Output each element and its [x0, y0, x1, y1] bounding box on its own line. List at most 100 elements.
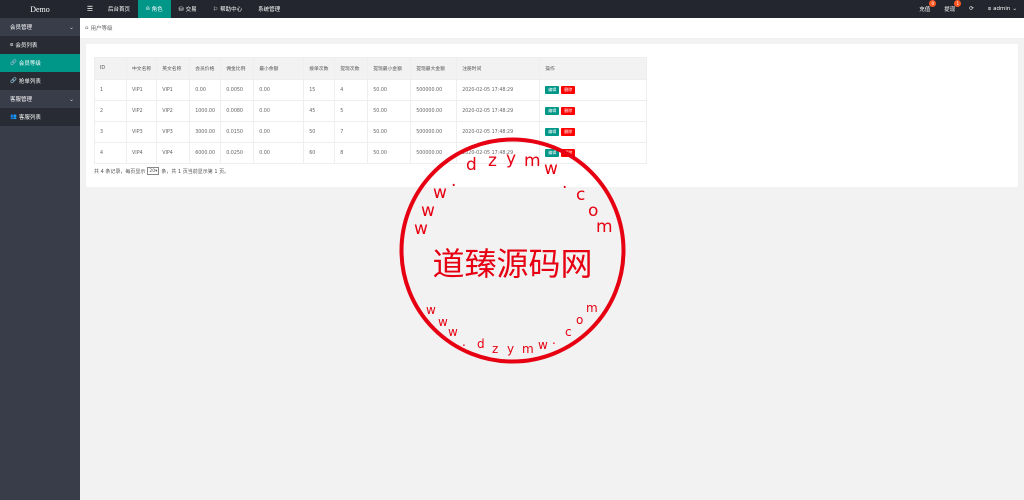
- cell-id: 4: [94, 142, 127, 164]
- cell-withdraw-count: 7: [334, 121, 369, 143]
- sidebar-item-service-list[interactable]: 👥 客服列表: [0, 108, 80, 126]
- recharge-badge: 0: [929, 0, 937, 7]
- column-header: 提现最大金额: [410, 57, 458, 80]
- cell-min-balance: 0.00: [253, 100, 305, 122]
- nav-item-help[interactable]: ⚐ 帮助中心: [205, 0, 250, 18]
- pager-prefix: 共 4 条记录，每页显示: [94, 168, 146, 175]
- svg-text:c: c: [565, 325, 572, 339]
- cell-order-count: 15: [303, 79, 336, 101]
- pager-suffix: 条，共 1 页当前显示第 1 页。: [161, 168, 230, 175]
- chevron-down-icon: ⌄: [68, 23, 74, 31]
- cell-price: 3000.00: [189, 121, 222, 143]
- cell-reg-time: 2020-02-05 17:48:29: [456, 100, 541, 122]
- cell-withdraw-min: 50.00: [367, 100, 412, 122]
- nav-item-label: 后台首页: [108, 7, 131, 13]
- column-header: 注册时间: [456, 57, 541, 80]
- cell-order-count: 60: [303, 142, 336, 164]
- cell-actions: 编辑 删除: [539, 79, 648, 101]
- delete-button[interactable]: 删除: [561, 107, 576, 115]
- watermark-stamp: 道臻源码网 w w w . d z y m w . c o m w w w . …: [399, 137, 626, 364]
- cell-cn-name: VIP2: [125, 100, 158, 122]
- flag-icon: ⚐: [212, 5, 219, 13]
- cell-en-name: VIP3: [156, 121, 191, 143]
- column-header: ID: [94, 57, 127, 80]
- edit-button[interactable]: 编辑: [545, 86, 560, 94]
- svg-text:z: z: [492, 342, 498, 356]
- sidebar-item-label: 会员列表: [15, 43, 38, 49]
- nav-item-label: 交易: [185, 7, 197, 13]
- recharge-label: 充值: [919, 7, 931, 13]
- cell-id: 2: [94, 100, 127, 122]
- svg-text:m: m: [524, 151, 541, 171]
- cell-price: 6000.00: [189, 142, 222, 164]
- delete-button[interactable]: 删除: [561, 128, 576, 136]
- svg-text:w: w: [414, 219, 428, 239]
- stamp-center-text: 道臻源码网: [432, 245, 592, 283]
- svg-text:w: w: [438, 315, 448, 329]
- nav-item-label: 角色: [151, 7, 163, 13]
- svg-text:m: m: [586, 301, 598, 315]
- svg-text:.: .: [462, 335, 466, 349]
- svg-text:w: w: [426, 303, 436, 317]
- users-icon: 👥: [10, 114, 17, 120]
- sidebar-item-member-list[interactable]: ⍝ 会员列表: [0, 36, 80, 54]
- cell-en-name: VIP4: [156, 142, 191, 164]
- stamp-ring-text-bottom: w w w . d z y m w . c o m: [426, 301, 598, 356]
- edit-button[interactable]: 编辑: [545, 107, 560, 115]
- per-page-select[interactable]: 20 ▾: [147, 167, 160, 175]
- refresh-icon[interactable]: ⟳: [962, 0, 981, 18]
- link-icon: 🔗: [10, 78, 17, 84]
- svg-text:z: z: [488, 151, 497, 171]
- svg-text:w: w: [448, 325, 458, 339]
- svg-text:w: w: [421, 201, 435, 221]
- nav-item-role[interactable]: ⍝ 角色: [138, 0, 171, 18]
- pagination: 共 4 条记录，每页显示 20 ▾ 条，共 1 页当前显示第 1 页。: [94, 167, 229, 175]
- svg-text:.: .: [562, 173, 567, 193]
- sidebar-item-member-level[interactable]: 🔗 会员等级: [0, 54, 80, 72]
- sidebar-item-order-list[interactable]: 🔗 抢单列表: [0, 72, 80, 90]
- cell-min-balance: 0.00: [253, 142, 305, 164]
- cell-order-count: 45: [303, 100, 336, 122]
- top-nav: ☰ 后台首页 ⍝ 角色 ⛁ 交易 ⚐ 帮助中心 系统管理: [80, 0, 288, 18]
- link-icon: 🔗: [10, 60, 17, 66]
- nav-item-home[interactable]: 后台首页: [100, 0, 138, 18]
- nav-item-system[interactable]: 系统管理: [250, 0, 288, 18]
- cell-en-name: VIP1: [156, 79, 191, 101]
- delete-button[interactable]: 删除: [561, 86, 576, 94]
- user-icon: ⍝: [146, 5, 150, 12]
- column-header: 中文名称: [125, 57, 158, 80]
- sidebar-group-label: 会员管理: [10, 25, 33, 31]
- column-header: 英文名称: [156, 57, 191, 80]
- table-header-row: ID 中文名称 英文名称 会员价格 佣金比例 最小余额 接单次数 提现次数 提现…: [94, 57, 1010, 80]
- cell-en-name: VIP2: [156, 100, 191, 122]
- svg-text:w: w: [544, 159, 558, 179]
- user-menu[interactable]: ⍝ admin ⌄: [981, 0, 1024, 18]
- column-header: 最小余额: [253, 57, 305, 80]
- database-icon: ⛁: [178, 5, 184, 13]
- cell-actions: 编辑 删除: [539, 100, 648, 122]
- cell-min-balance: 0.00: [253, 121, 305, 143]
- app-logo[interactable]: Demo: [0, 0, 80, 18]
- cell-id: 3: [94, 121, 127, 143]
- nav-item-label: 系统管理: [258, 7, 281, 13]
- edit-button[interactable]: 编辑: [545, 128, 560, 136]
- user-name: admin: [993, 6, 1011, 12]
- withdraw-button[interactable]: 提现 1: [937, 0, 962, 18]
- recharge-button[interactable]: 充值 0: [912, 0, 937, 18]
- breadcrumb-label[interactable]: 用户等级: [91, 24, 113, 32]
- cell-commission: 0.0080: [220, 100, 255, 122]
- cell-cn-name: VIP4: [125, 142, 158, 164]
- sidebar-item-label: 会员等级: [18, 61, 41, 67]
- cell-withdraw-count: 8: [334, 142, 369, 164]
- cell-commission: 0.0250: [220, 142, 255, 164]
- cell-order-count: 50: [303, 121, 336, 143]
- sidebar-group-service[interactable]: 客服管理 ⌄: [0, 90, 80, 108]
- sidebar-group-member[interactable]: 会员管理 ⌄: [0, 18, 80, 36]
- menu-icon[interactable]: ☰: [80, 0, 100, 18]
- sidebar-item-label: 抢单列表: [18, 79, 41, 85]
- cell-withdraw-count: 4: [334, 79, 369, 101]
- column-header: 提现次数: [334, 57, 369, 80]
- cell-reg-time: 2020-02-05 17:48:29: [456, 79, 541, 101]
- breadcrumb: ⌂ 用户等级: [80, 18, 1024, 38]
- nav-item-trade[interactable]: ⛁ 交易: [171, 0, 205, 18]
